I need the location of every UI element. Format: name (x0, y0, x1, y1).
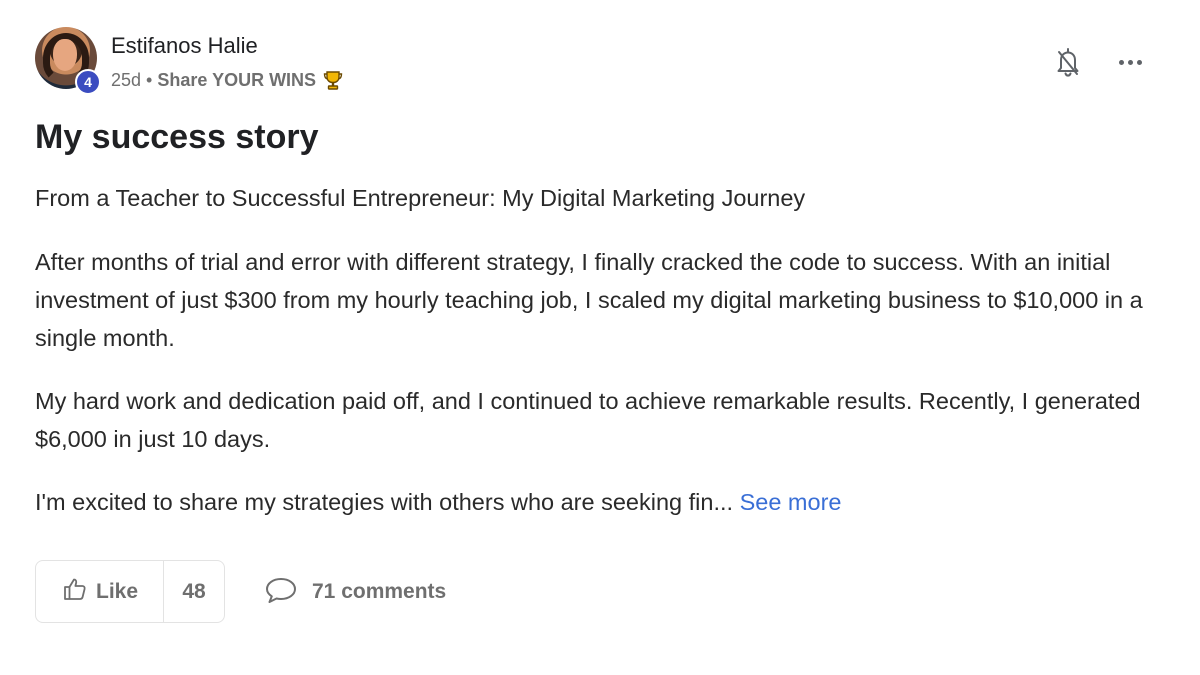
post-paragraph: My hard work and dedication paid off, an… (35, 388, 1141, 452)
see-more-link[interactable]: See more (740, 489, 842, 515)
like-button[interactable]: Like (36, 561, 164, 622)
post-paragraph: After months of trial and error with dif… (35, 249, 1143, 351)
like-count[interactable]: 48 (164, 561, 224, 622)
more-dot (1118, 59, 1124, 65)
bell-off-icon[interactable] (1055, 46, 1081, 78)
more-horizontal-icon[interactable] (1113, 48, 1147, 76)
author-name[interactable]: Estifanos Halie (111, 33, 258, 59)
more-dot (1127, 59, 1133, 65)
comment-bubble-icon (264, 576, 298, 609)
post-category[interactable]: Share YOUR WINS (157, 70, 316, 91)
avatar-face (53, 39, 77, 71)
post-title[interactable]: My success story (35, 118, 319, 157)
meta-separator: • (146, 69, 153, 90)
thumbs-up-icon (62, 576, 88, 607)
trophy-icon (322, 69, 344, 91)
level-badge: 4 (75, 69, 101, 95)
like-label: Like (96, 579, 139, 603)
post-paragraph: From a Teacher to Successful Entrepreneu… (35, 185, 806, 211)
post-meta: 25d • Share YOUR WINS (111, 69, 344, 91)
post-age: 25d (111, 69, 142, 90)
post-card: 4 Estifanos Halie 25d • Share YOUR WINS (0, 0, 1200, 675)
comments-button[interactable]: 71 comments (264, 575, 446, 609)
like-control: Like 48 (35, 560, 225, 623)
truncated-text: I'm excited to share my strategies with … (35, 489, 734, 515)
more-dot (1136, 59, 1142, 65)
post-paragraph-truncated: I'm excited to share my strategies with … (35, 483, 1175, 521)
comments-label: 71 comments (312, 580, 447, 603)
